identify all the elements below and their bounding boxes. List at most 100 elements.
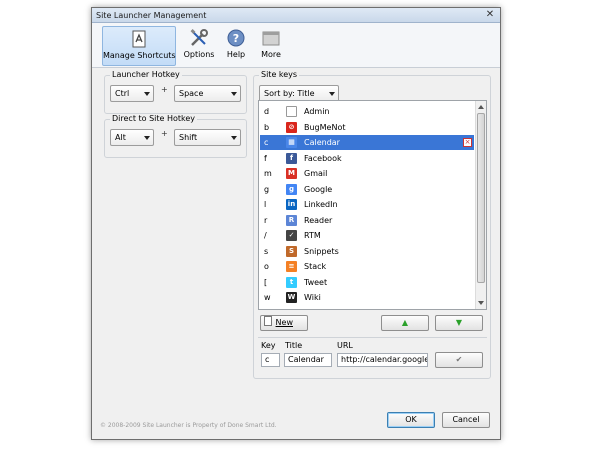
site-key: d [264, 107, 270, 116]
page-icon [286, 106, 297, 117]
new-button-label: New [275, 318, 293, 327]
direct-key-value: Shift [179, 133, 198, 142]
site-title: Admin [304, 107, 330, 116]
key-label: Key [261, 341, 276, 350]
tab-help[interactable]: ? Help [221, 26, 251, 66]
site-title: Facebook [304, 153, 342, 163]
site-key: w [264, 293, 271, 302]
list-item[interactable]: m M Gmail [260, 166, 474, 181]
rtm-icon: ✓ [286, 230, 297, 241]
cancel-button[interactable]: Cancel [442, 412, 490, 428]
title-bar: Site Launcher Management ✕ [92, 8, 500, 23]
launcher-key-value: Space [179, 89, 204, 98]
site-key: m [264, 169, 272, 178]
plus-sign: + [161, 85, 168, 94]
wikipedia-icon: W [286, 292, 297, 303]
launcher-hotkey-title: Launcher Hotkey [110, 70, 182, 80]
delete-icon[interactable]: × [463, 138, 472, 147]
list-item[interactable]: / ✓ RTM [260, 228, 474, 243]
site-title: Google [304, 184, 333, 194]
launcher-key-select[interactable]: Space [174, 85, 241, 102]
list-item[interactable]: b ⊘ BugMeNot [260, 120, 474, 135]
site-key: / [264, 231, 267, 240]
plus-sign: + [161, 129, 168, 138]
list-item[interactable]: r R Reader [260, 213, 474, 228]
scroll-down-icon[interactable] [478, 301, 484, 305]
key-field[interactable]: c [261, 353, 280, 367]
chevron-down-icon [329, 92, 335, 96]
site-title: Calendar [304, 138, 340, 147]
tab-help-label: Help [226, 50, 246, 59]
tab-options[interactable]: Options [180, 26, 218, 66]
apply-button[interactable]: ✔ [435, 352, 483, 368]
chevron-down-icon [231, 92, 237, 96]
manage-shortcuts-icon [132, 30, 146, 48]
new-page-icon [264, 316, 272, 326]
new-button[interactable]: New [260, 315, 308, 331]
close-icon[interactable]: ✕ [484, 9, 496, 21]
list-item[interactable]: c ▦ Calendar × [260, 135, 474, 150]
tab-manage-shortcuts[interactable]: Manage Shortcuts [102, 26, 176, 66]
launcher-modifier-select[interactable]: Ctrl [110, 85, 154, 102]
direct-hotkey-title: Direct to Site Hotkey [110, 114, 198, 124]
tab-options-label: Options [183, 50, 215, 59]
copyright-text: © 2008-2009 Site Launcher is Property of… [100, 422, 277, 429]
launcher-hotkey-group: Launcher Hotkey Ctrl + Space [104, 70, 247, 114]
twitter-icon: t [286, 276, 297, 288]
site-list[interactable]: d Admin b ⊘ BugMeNot c ▦ Calendar × f f Facebook m M G… [258, 100, 487, 310]
site-key: c [264, 138, 269, 147]
move-down-button[interactable]: ▼ [435, 315, 483, 331]
list-scrollbar[interactable] [475, 101, 486, 309]
direct-key-select[interactable]: Shift [174, 129, 241, 146]
site-title: Snippets [304, 246, 339, 256]
scroll-up-icon[interactable] [478, 105, 484, 109]
move-up-button[interactable]: ▲ [381, 315, 429, 331]
dialog-window: Site Launcher Management ✕ Manage Shortc… [91, 7, 501, 440]
site-title: BugMeNot [304, 122, 346, 132]
direct-modifier-select[interactable]: Alt [110, 129, 154, 146]
site-title: Wiki [304, 293, 321, 302]
chevron-down-icon [144, 136, 150, 140]
ok-button[interactable]: OK [387, 412, 435, 428]
tab-manage-shortcuts-label: Manage Shortcuts [103, 51, 176, 60]
site-key: f [264, 153, 267, 163]
direct-modifier-value: Alt [115, 133, 126, 142]
url-label: URL [337, 341, 353, 350]
site-title: LinkedIn [304, 200, 338, 209]
list-item[interactable]: f f Facebook [260, 151, 474, 166]
url-field[interactable]: http://calendar.google.co [337, 353, 428, 367]
launcher-modifier-value: Ctrl [115, 89, 130, 98]
list-item[interactable]: l in LinkedIn [260, 197, 474, 212]
no-sign-icon: ⊘ [286, 121, 297, 133]
google-icon: g [286, 183, 297, 195]
site-key: l [264, 200, 267, 209]
site-title: Tweet [304, 277, 328, 287]
list-item[interactable]: s S Snippets [260, 244, 474, 259]
list-item[interactable]: d Admin [260, 104, 474, 119]
tab-more[interactable]: More [255, 26, 287, 66]
site-title: Reader [304, 215, 333, 225]
chevron-down-icon [231, 136, 237, 140]
list-item[interactable]: g g Google [260, 182, 474, 197]
list-item[interactable]: o ≡ Stack [260, 259, 474, 274]
list-item[interactable]: w W Wiki [260, 290, 474, 305]
site-keys-title: Site keys [259, 70, 300, 80]
chevron-down-green-icon: ▼ [455, 318, 463, 327]
linkedin-icon: in [286, 199, 297, 210]
toolbar: Manage Shortcuts Options ? Help More [92, 23, 500, 68]
wrench-screwdriver-icon [190, 29, 208, 46]
title-field[interactable]: Calendar [284, 353, 332, 367]
more-icon [262, 31, 280, 46]
site-key: r [264, 215, 268, 225]
direct-hotkey-group: Direct to Site Hotkey Alt + Shift [104, 114, 247, 158]
snippets-icon: S [286, 245, 297, 257]
site-key: [ [264, 277, 268, 287]
site-title: Gmail [304, 169, 328, 178]
sort-select-value: Sort by: Title [264, 89, 315, 98]
scrollbar-thumb[interactable] [477, 113, 485, 283]
site-title: Stack [304, 262, 327, 271]
calendar-icon: ▦ [286, 137, 297, 148]
svg-text:?: ? [233, 32, 239, 45]
stack-icon: ≡ [286, 261, 297, 272]
list-item[interactable]: [ t Tweet [260, 275, 474, 290]
